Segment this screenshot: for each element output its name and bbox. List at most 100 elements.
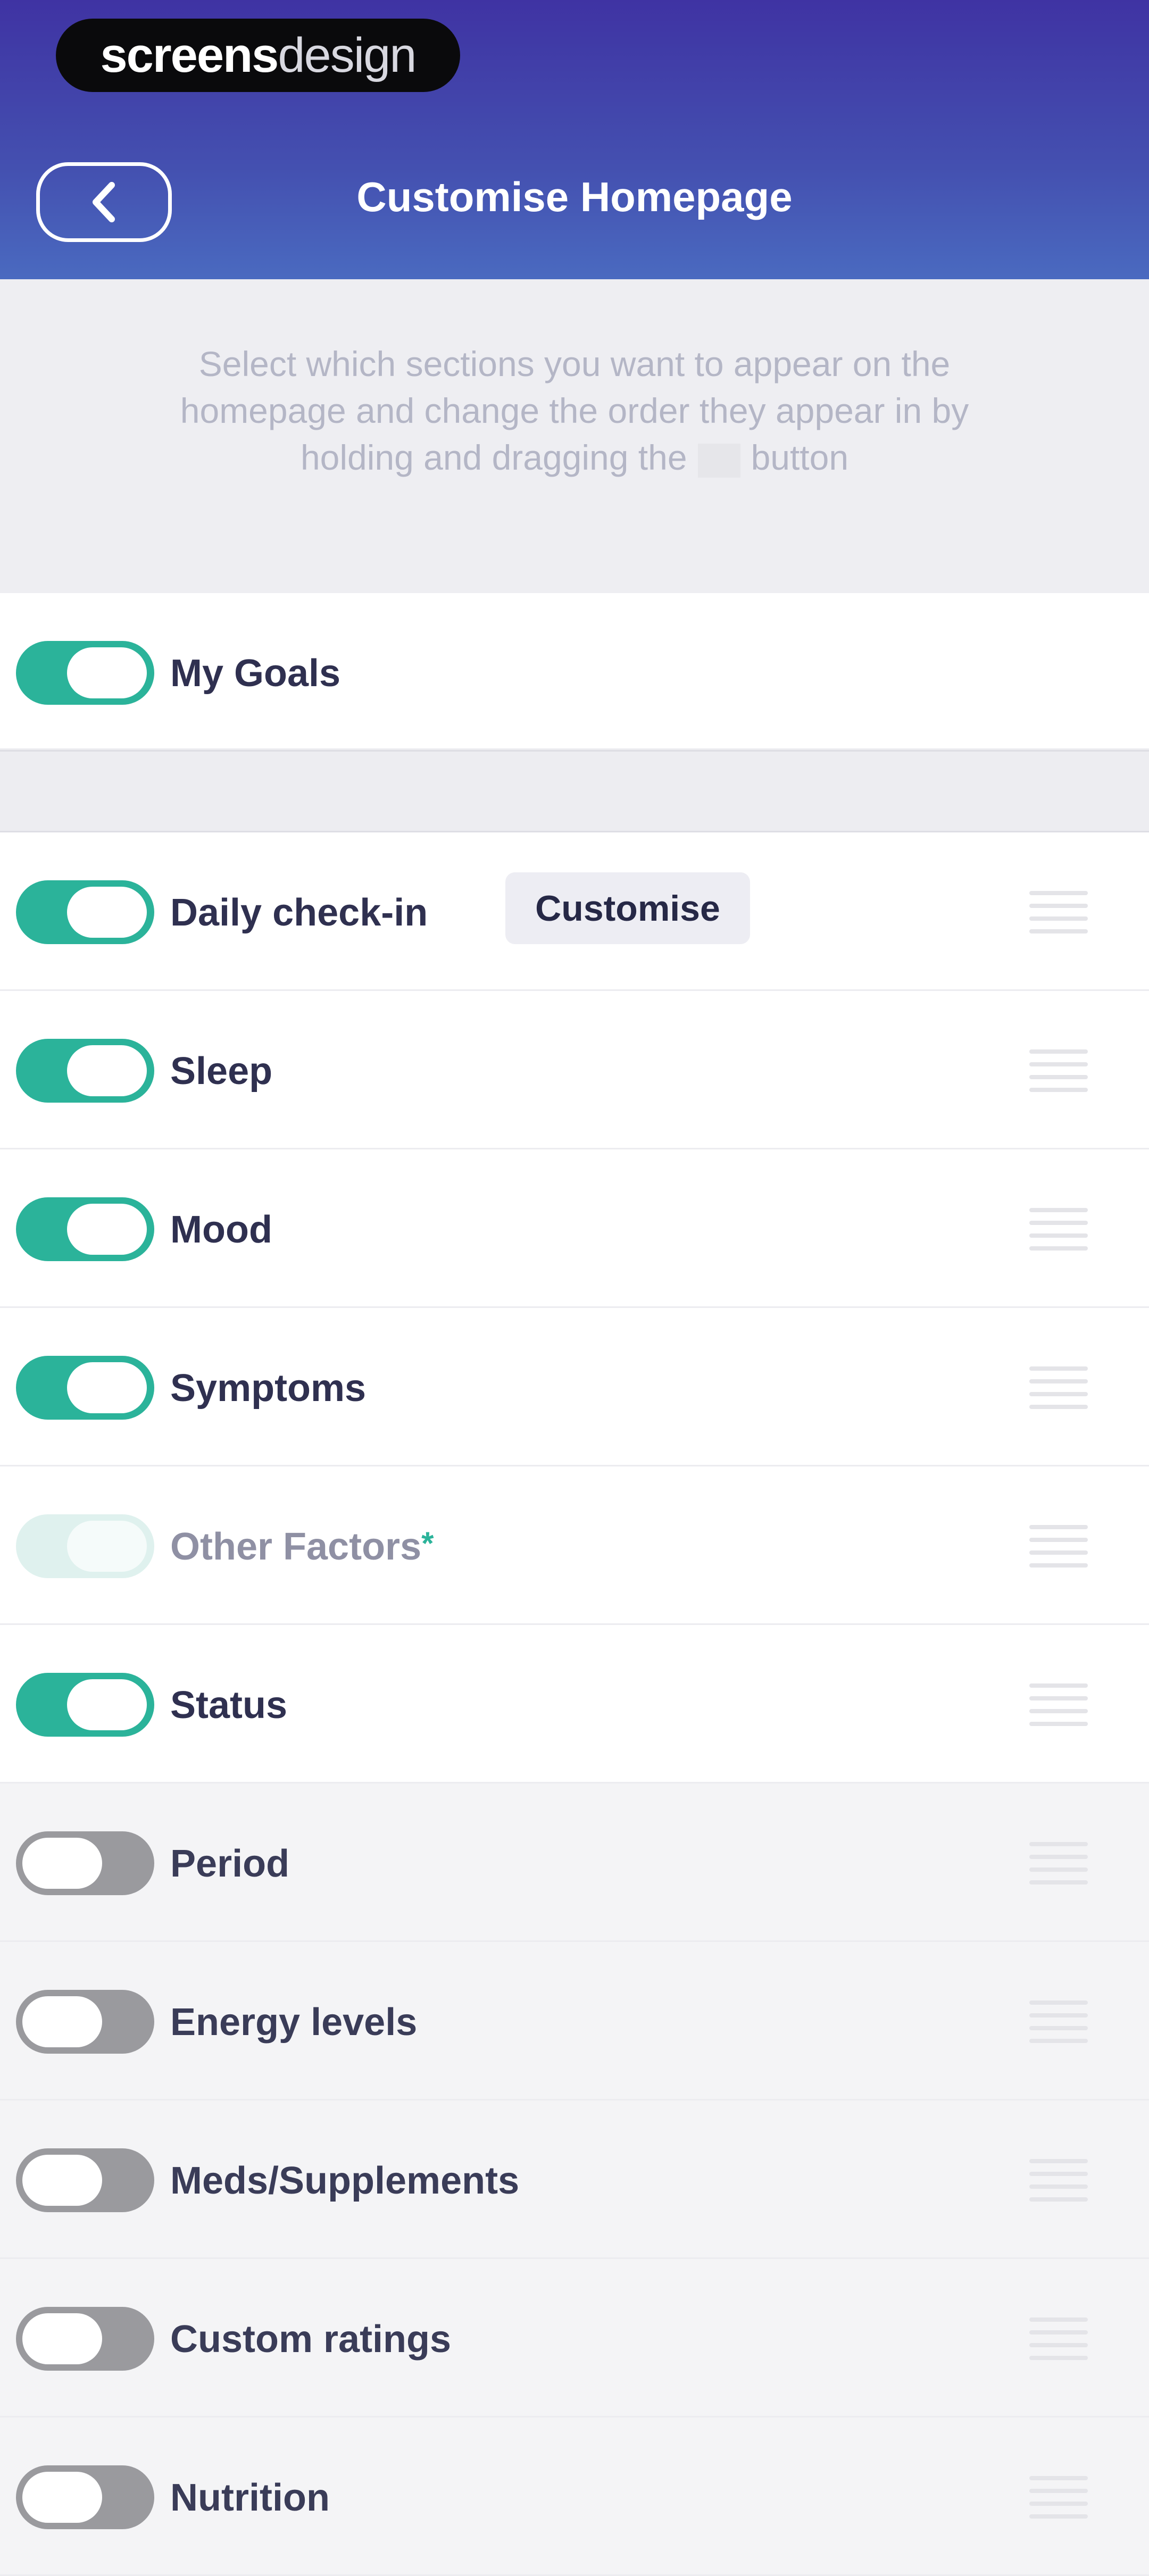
handle-bar: [1029, 2172, 1088, 2176]
mood-toggle[interactable]: [16, 1197, 154, 1261]
handle-bar: [1029, 916, 1088, 921]
handle-bar: [1029, 1880, 1088, 1885]
period-toggle[interactable]: [16, 1831, 154, 1895]
handle-bar: [1029, 1088, 1088, 1092]
section-row-meds-supplements: Meds/Supplements: [0, 2100, 1149, 2259]
handle-bar: [1029, 1379, 1088, 1383]
handle-bar: [1029, 1366, 1088, 1371]
nutrition-label: Nutrition: [170, 2476, 330, 2520]
toggle-knob: [67, 1362, 147, 1413]
daily-check-in-label: Daily check-in: [170, 891, 428, 935]
drag-handle-icon[interactable]: [1029, 1842, 1088, 1885]
handle-bar: [1029, 1221, 1088, 1225]
handle-bar: [1029, 1405, 1088, 1409]
daily-check-in-label-text: Daily check-in: [170, 891, 428, 934]
drag-handle-icon[interactable]: [1029, 2317, 1088, 2360]
drag-handle-icon[interactable]: [1029, 1208, 1088, 1251]
custom-ratings-toggle[interactable]: [16, 2307, 154, 2371]
custom-ratings-label-text: Custom ratings: [170, 2318, 452, 2361]
other-factors-label-text: Other Factors: [170, 1525, 422, 1568]
toggle-knob: [67, 1679, 147, 1730]
handle-bar: [1029, 1062, 1088, 1066]
daily-check-in-toggle[interactable]: [16, 880, 154, 944]
handle-bar: [1029, 2000, 1088, 2005]
section-row-sleep: Sleep: [0, 991, 1149, 1149]
handle-bar: [1029, 904, 1088, 908]
sleep-label: Sleep: [170, 1049, 272, 1093]
drag-handle-icon[interactable]: [1029, 1683, 1088, 1726]
instructions-before: Select which sections you want to appear…: [180, 344, 969, 477]
toggle-knob: [67, 887, 147, 938]
handle-bar: [1029, 1233, 1088, 1238]
handle-bar: [1029, 1538, 1088, 1542]
instructions-panel: Select which sections you want to appear…: [0, 279, 1149, 595]
custom-ratings-label: Custom ratings: [170, 2317, 451, 2361]
handle-bar: [1029, 891, 1088, 895]
toggle-knob: [22, 1996, 102, 2047]
toggle-knob: [67, 1204, 147, 1255]
handle-bar: [1029, 1563, 1088, 1568]
handle-bar: [1029, 929, 1088, 933]
meds-supplements-label-text: Meds/Supplements: [170, 2160, 520, 2202]
handle-bar: [1029, 1842, 1088, 1846]
section-row-other-factors: Other Factors*: [0, 1466, 1149, 1625]
period-label-text: Period: [170, 1843, 290, 1885]
drag-handle-icon[interactable]: [1029, 1049, 1088, 1092]
sleep-toggle[interactable]: [16, 1039, 154, 1103]
section-divider: [0, 750, 1149, 832]
handle-bar: [1029, 1525, 1088, 1529]
handle-bar: [1029, 1208, 1088, 1212]
instructions-text: Select which sections you want to appear…: [176, 340, 973, 481]
energy-levels-toggle[interactable]: [16, 1990, 154, 2054]
app-header: screens design Customise Homepage: [0, 0, 1149, 279]
toggle-knob: [22, 2155, 102, 2206]
handle-bar: [1029, 2039, 1088, 2043]
drag-handle-icon[interactable]: [1029, 2476, 1088, 2519]
section-row-daily-check-in: Daily check-in Customise: [0, 832, 1149, 991]
section-row-symptoms: Symptoms: [0, 1308, 1149, 1466]
handle-bar: [1029, 1868, 1088, 1872]
meds-supplements-toggle[interactable]: [16, 2148, 154, 2212]
brand-watermark: screens design: [56, 19, 460, 92]
my-goals-toggle[interactable]: [16, 641, 154, 705]
handle-bar: [1029, 2489, 1088, 2493]
section-row-status: Status: [0, 1625, 1149, 1783]
handle-bar: [1029, 1049, 1088, 1054]
handle-bar: [1029, 1683, 1088, 1688]
toggle-knob: [67, 1521, 147, 1572]
drag-handle-icon[interactable]: [1029, 2159, 1088, 2202]
handle-bar: [1029, 1722, 1088, 1726]
asterisk-marker: *: [421, 1525, 434, 1561]
other-factors-toggle[interactable]: [16, 1514, 154, 1578]
drag-handle-icon[interactable]: [1029, 891, 1088, 933]
drag-handle-icon[interactable]: [1029, 1366, 1088, 1409]
handle-bar: [1029, 1709, 1088, 1713]
mood-label-text: Mood: [170, 1208, 272, 1251]
toggle-knob: [67, 647, 147, 698]
drag-handle-icon[interactable]: [1029, 2000, 1088, 2043]
symptoms-label: Symptoms: [170, 1366, 366, 1410]
handle-bar: [1029, 2476, 1088, 2480]
drag-handle-icon: [697, 443, 740, 478]
nutrition-toggle[interactable]: [16, 2465, 154, 2529]
section-row-energy-levels: Energy levels: [0, 1942, 1149, 2100]
section-row-mood: Mood: [0, 1149, 1149, 1308]
section-row-period: Period: [0, 1783, 1149, 1942]
toggle-knob: [22, 2472, 102, 2523]
nutrition-label-text: Nutrition: [170, 2477, 330, 2519]
handle-bar: [1029, 2330, 1088, 2335]
status-label-text: Status: [170, 1684, 288, 1727]
other-factors-label: Other Factors*: [170, 1525, 434, 1569]
symptoms-toggle[interactable]: [16, 1356, 154, 1420]
handle-bar: [1029, 2185, 1088, 2189]
section-row-custom-ratings: Custom ratings: [0, 2259, 1149, 2417]
handle-bar: [1029, 1246, 1088, 1251]
toggle-knob: [67, 1045, 147, 1096]
drag-handle-icon[interactable]: [1029, 1525, 1088, 1568]
page-title: Customise Homepage: [356, 173, 793, 220]
handle-bar: [1029, 2026, 1088, 2030]
customise-button[interactable]: Customise: [505, 872, 750, 944]
instructions-after: button: [751, 438, 849, 477]
pinned-row-my-goals: My Goals: [0, 593, 1149, 750]
status-toggle[interactable]: [16, 1673, 154, 1737]
